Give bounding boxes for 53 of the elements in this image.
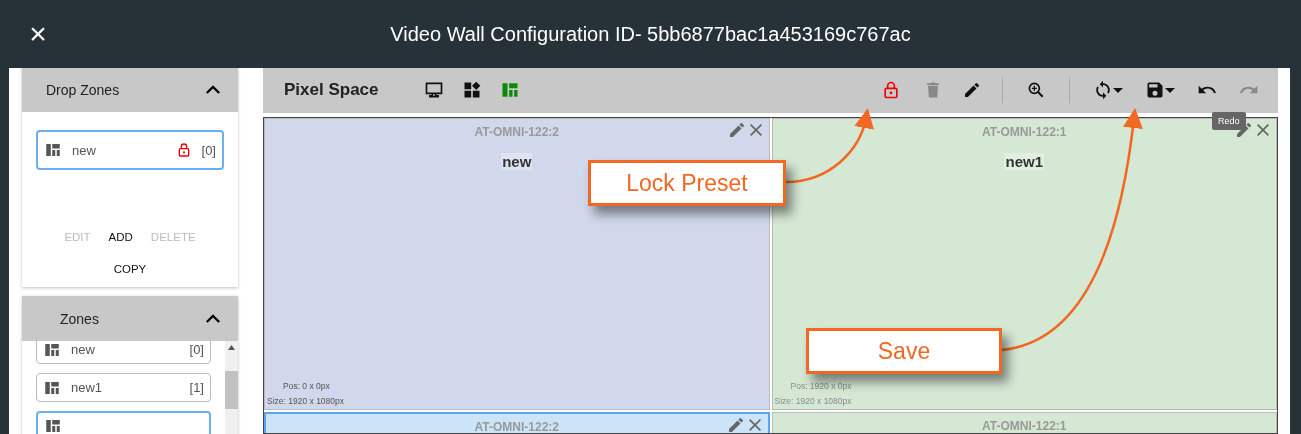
- size-text: Size: 1920 x 1080px: [773, 395, 852, 408]
- callout-label: Lock Preset: [588, 160, 786, 206]
- device-label: AT-OMNI-122:1: [982, 125, 1067, 139]
- zone-name: new1: [1004, 153, 1044, 170]
- item-name: new: [71, 342, 96, 358]
- device-label: AT-OMNI-122:2: [474, 125, 559, 139]
- close-icon: [1257, 124, 1269, 136]
- zoom-in-icon: [1026, 80, 1046, 100]
- scroll-up-arrow-icon[interactable]: [228, 345, 235, 350]
- monitor-icon: [423, 80, 444, 100]
- action-button[interactable]: ADD: [108, 231, 133, 243]
- item-count: [0]: [189, 342, 204, 358]
- panel-header[interactable]: Drop Zones: [22, 67, 238, 112]
- device-label: AT-OMNI-122:2: [474, 420, 559, 433]
- item-name: new: [72, 142, 97, 158]
- zone-name: new: [501, 153, 533, 170]
- layout-icon: [43, 341, 61, 359]
- callout-label: Save: [806, 328, 1002, 374]
- size-text: Size: 1920 x 1080px: [266, 395, 345, 408]
- sync-icon: [1093, 80, 1113, 100]
- item-name: new1: [71, 380, 104, 396]
- close-button[interactable]: [749, 124, 762, 136]
- zone-item[interactable]: new [0]: [36, 341, 211, 365]
- layout-icon: [44, 417, 62, 434]
- action-button[interactable]: COPY: [113, 263, 147, 275]
- caret-icon: [1113, 87, 1123, 93]
- close-icon: [748, 419, 761, 431]
- close-icon: [749, 124, 762, 136]
- panel-title: Drop Zones: [46, 81, 120, 98]
- scrollbar[interactable]: [225, 341, 238, 434]
- close-button[interactable]: ×: [24, 21, 52, 47]
- close-button[interactable]: [748, 419, 761, 431]
- item-count: [1]: [189, 380, 204, 396]
- position-text: Pos: 0 x 0px: [282, 380, 331, 393]
- toolbar-title: Pixel Space: [284, 80, 379, 100]
- window-title: Video Wall Configuration ID- 5bb6877bac1a453169c767ac: [389, 22, 912, 46]
- device-label: AT-OMNI-122:1: [982, 419, 1067, 433]
- panel-title: Zones: [60, 310, 99, 327]
- pencil-icon: [729, 123, 744, 137]
- panel-header[interactable]: Zones: [22, 296, 238, 341]
- tooltip: Redo: [1212, 112, 1246, 130]
- lock-icon: [881, 80, 901, 100]
- pencil-icon: [728, 418, 743, 432]
- zone-item[interactable]: new1 [1]: [36, 373, 211, 403]
- drop-zone-item[interactable]: new [0]: [36, 130, 224, 170]
- layout-icon: [44, 141, 62, 159]
- caret-icon: [1165, 87, 1175, 93]
- pencil-icon: [965, 83, 979, 97]
- zone-item[interactable]: [36, 411, 211, 434]
- close-button[interactable]: [1257, 124, 1269, 136]
- item-count: [0]: [201, 142, 216, 158]
- save-icon: [1145, 80, 1165, 100]
- position-text: Pos: 1920 x 0px: [789, 380, 852, 393]
